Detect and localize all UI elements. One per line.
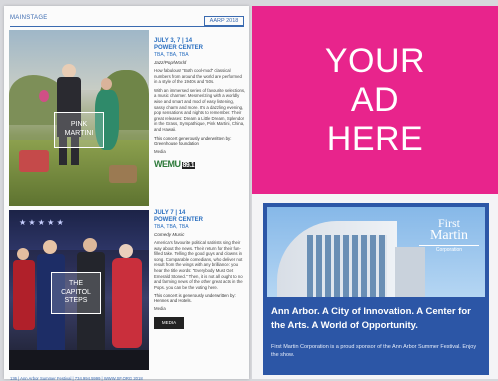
pink-martini-label: PINK MARTINI [54, 112, 104, 148]
logo-corporation: Corporation [419, 245, 479, 253]
event1-media-label: Media [154, 148, 166, 154]
your-ad-here-placeholder[interactable]: YOUR AD HERE [252, 6, 498, 194]
magazine-spread: MAINSTAGE AARP 2018 PINK MARTINI JULY 3,… [0, 0, 498, 381]
description-paragraph: With an immersed series of favourite sel… [154, 87, 246, 132]
label-line: MARTINI [64, 130, 94, 137]
label-line: PINK [70, 121, 88, 129]
right-page: YOUR AD HERE First Martin Corporation An… [252, 6, 498, 379]
event1-sponsor: This concert generously underwritten by:… [154, 135, 232, 146]
media-sponsor-logo: MEDIA [154, 317, 184, 330]
capitol-steps-photo: ★ ★ ★ ★ ★ THE CAPITOL STEPS [9, 210, 149, 370]
ad-text-line: HERE [326, 119, 424, 158]
event2-column: JULY 7 | 14 POWER CENTER TBA, TBA, TBA C… [154, 210, 246, 330]
label-line: STEPS [64, 297, 88, 305]
ad-subtext: First Martin Corporation is a proud spon… [271, 344, 477, 358]
logo-martin: Martin [429, 228, 469, 243]
event1-date: JULY 3, 7 | 14 [154, 38, 193, 44]
description-paragraph: How fabulous! "Both cool-mod" classical … [154, 68, 242, 85]
wemu-logo-number: 89.1 [181, 161, 196, 169]
page-footer: 136 | Ann Arbor Summer Festival | 734.99… [10, 376, 143, 381]
label-line: CAPITOL [61, 288, 91, 296]
event1-column: JULY 3, 7 | 14 POWER CENTER TBA, TBA, TB… [154, 38, 246, 172]
capitol-steps-label: THE CAPITOL STEPS [51, 272, 101, 314]
wemu-logo: WEMU 89.1 [154, 158, 196, 169]
star-icon: ★ ★ ★ ★ ★ [19, 218, 64, 227]
event2-venue: POWER CENTER [154, 217, 204, 223]
event2-sponsor: This concert is generously underwritten … [154, 293, 236, 304]
left-page: MAINSTAGE AARP 2018 PINK MARTINI JULY 3,… [4, 6, 249, 381]
ad-text-line: YOUR [324, 41, 426, 80]
first-martin-ad[interactable]: First Martin Corporation Ann Arbor. A Ci… [263, 203, 489, 375]
event2-media-label: Media [154, 306, 166, 312]
event2-times: TBA, TBA, TBA [154, 224, 189, 230]
ad-text-line: AD [350, 80, 400, 119]
event2-description: America's favourite political satirists … [154, 240, 246, 290]
header-divider [10, 26, 244, 27]
event1-times: TBA, TBA, TBA [154, 52, 189, 58]
event1-venue: POWER CENTER [154, 45, 204, 51]
event1-description: How fabulous! "Both cool-mod" classical … [154, 68, 246, 133]
event2-category: Comedy Music [154, 232, 185, 237]
pink-martini-photo: PINK MARTINI [9, 30, 149, 206]
building-photo: First Martin Corporation [267, 207, 485, 297]
event1-category: Jazz/Pop/World [154, 60, 187, 65]
label-line: THE [69, 279, 83, 287]
section-header: MAINSTAGE [10, 15, 48, 21]
ad-tagline: Ann Arbor. A City of Innovation. A Cente… [271, 306, 471, 331]
event2-date: JULY 7 | 14 [154, 210, 186, 216]
description-paragraph: America's favourite political satirists … [154, 240, 243, 290]
header-tag: AARP 2018 [204, 16, 244, 26]
wemu-logo-text: WEMU [154, 158, 181, 169]
first-martin-logo: First Martin Corporation [419, 217, 479, 253]
